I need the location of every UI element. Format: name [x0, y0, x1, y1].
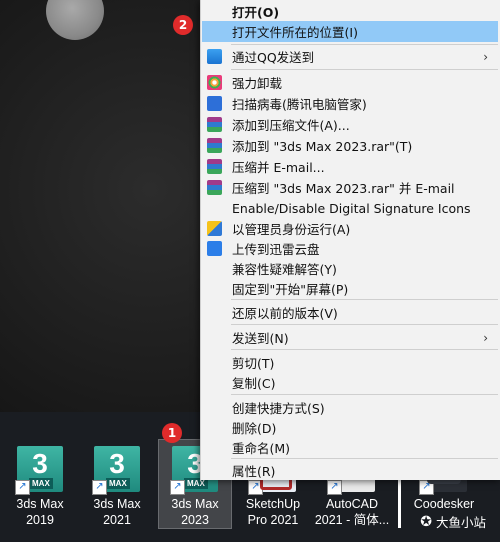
shortcut-arrow-icon: ↗	[248, 480, 263, 495]
step-badge-1: 1	[162, 423, 182, 443]
shortcut-arrow-icon: ↗	[92, 480, 107, 495]
menu-item-compress-email[interactable]: 压缩并 E-mail...	[202, 156, 498, 177]
desktop-icon-label: Pro 2021	[247, 513, 299, 527]
menu-item-digital-signature[interactable]: Enable/Disable Digital Signature Icons	[202, 198, 498, 219]
wechat-icon: ✪	[420, 513, 432, 530]
desktop-icon-label: 2023	[181, 513, 209, 527]
menu-separator	[231, 299, 498, 300]
desktop-icon-label: Coodesker	[413, 497, 475, 511]
menu-item-add-to-rar[interactable]: 添加到 "3ds Max 2023.rar"(T)	[202, 135, 498, 156]
desktop-icon-label: 2019	[26, 513, 54, 527]
menu-separator	[231, 69, 498, 70]
chevron-right-icon: ›	[483, 49, 488, 64]
desktop-icon-3ds-max-2021[interactable]: 3 MAX ↗ 3ds Max 2021	[81, 440, 153, 528]
menu-item-force-uninstall[interactable]: 强力卸载	[202, 72, 498, 93]
desktop-icon-label: 3ds Max	[171, 497, 219, 511]
menu-item-create-shortcut[interactable]: 创建快捷方式(S)	[202, 397, 498, 418]
desktop-icon-label: 3ds Max	[16, 497, 64, 511]
menu-item-pin-to-start[interactable]: 固定到"开始"屏幕(P)	[202, 278, 498, 299]
qq-icon	[207, 49, 222, 64]
watermark: ✪ 大鱼小站	[420, 513, 486, 531]
menu-item-scan-virus[interactable]: 扫描病毒(腾讯电脑管家)	[202, 93, 498, 114]
menu-item-upload-xunlei[interactable]: 上传到迅雷云盘	[202, 238, 498, 259]
step-badge-2: 2	[173, 15, 193, 35]
menu-item-restore-versions[interactable]: 还原以前的版本(V)	[202, 302, 498, 323]
menu-item-send-to[interactable]: 发送到(N) ›	[202, 327, 498, 348]
menu-item-delete[interactable]: 删除(D)	[202, 417, 498, 438]
background-moon	[46, 0, 104, 40]
shortcut-arrow-icon: ↗	[327, 480, 342, 495]
desktop-icon-label: SketchUp	[245, 497, 301, 511]
menu-separator	[231, 458, 498, 459]
winrar-icon	[207, 159, 222, 174]
xunlei-bird-icon	[207, 241, 222, 256]
menu-separator	[231, 394, 498, 395]
menu-item-compatibility[interactable]: 兼容性疑难解答(Y)	[202, 258, 498, 279]
menu-separator	[231, 324, 498, 325]
menu-item-add-to-archive[interactable]: 添加到压缩文件(A)...	[202, 114, 498, 135]
context-menu: 打开(O) 打开文件所在的位置(I) 通过QQ发送到 › 强力卸载 扫描病毒(腾…	[200, 0, 500, 480]
menu-item-rename[interactable]: 重命名(M)	[202, 437, 498, 458]
winrar-icon	[207, 180, 222, 195]
tencent-shield-icon	[207, 96, 222, 111]
winrar-icon	[207, 138, 222, 153]
uac-shield-icon	[207, 221, 222, 236]
menu-item-compress-rar-email[interactable]: 压缩到 "3ds Max 2023.rar" 并 E-mail	[202, 177, 498, 198]
menu-item-send-via-qq[interactable]: 通过QQ发送到 ›	[202, 46, 498, 67]
menu-separator	[231, 44, 498, 45]
menu-separator	[231, 349, 498, 350]
chevron-right-icon: ›	[483, 330, 488, 345]
desktop-icon-label: 2021	[103, 513, 131, 527]
desktop-icon-label: 2021 - 简体...	[314, 513, 390, 527]
menu-item-copy[interactable]: 复制(C)	[202, 372, 498, 393]
3ds-max-icon: 3 MAX ↗	[15, 446, 63, 495]
menu-item-open-file-location[interactable]: 打开文件所在的位置(I)	[202, 21, 498, 42]
menu-item-open[interactable]: 打开(O)	[202, 1, 498, 22]
winrar-icon	[207, 117, 222, 132]
menu-item-run-as-admin[interactable]: 以管理员身份运行(A)	[202, 218, 498, 239]
menu-item-properties[interactable]: 属性(R)	[202, 460, 498, 481]
shortcut-arrow-icon: ↗	[170, 480, 185, 495]
3ds-max-icon: 3 MAX ↗	[92, 446, 140, 495]
shortcut-arrow-icon: ↗	[419, 480, 434, 495]
desktop-icon-3ds-max-2019[interactable]: 3 MAX ↗ 3ds Max 2019	[4, 440, 76, 528]
shortcut-arrow-icon: ↗	[15, 480, 30, 495]
menu-item-cut[interactable]: 剪切(T)	[202, 352, 498, 373]
desktop-icon-label: AutoCAD	[325, 497, 379, 511]
desktop-icon-label: 3ds Max	[93, 497, 141, 511]
uninstall-flower-icon	[207, 75, 222, 90]
